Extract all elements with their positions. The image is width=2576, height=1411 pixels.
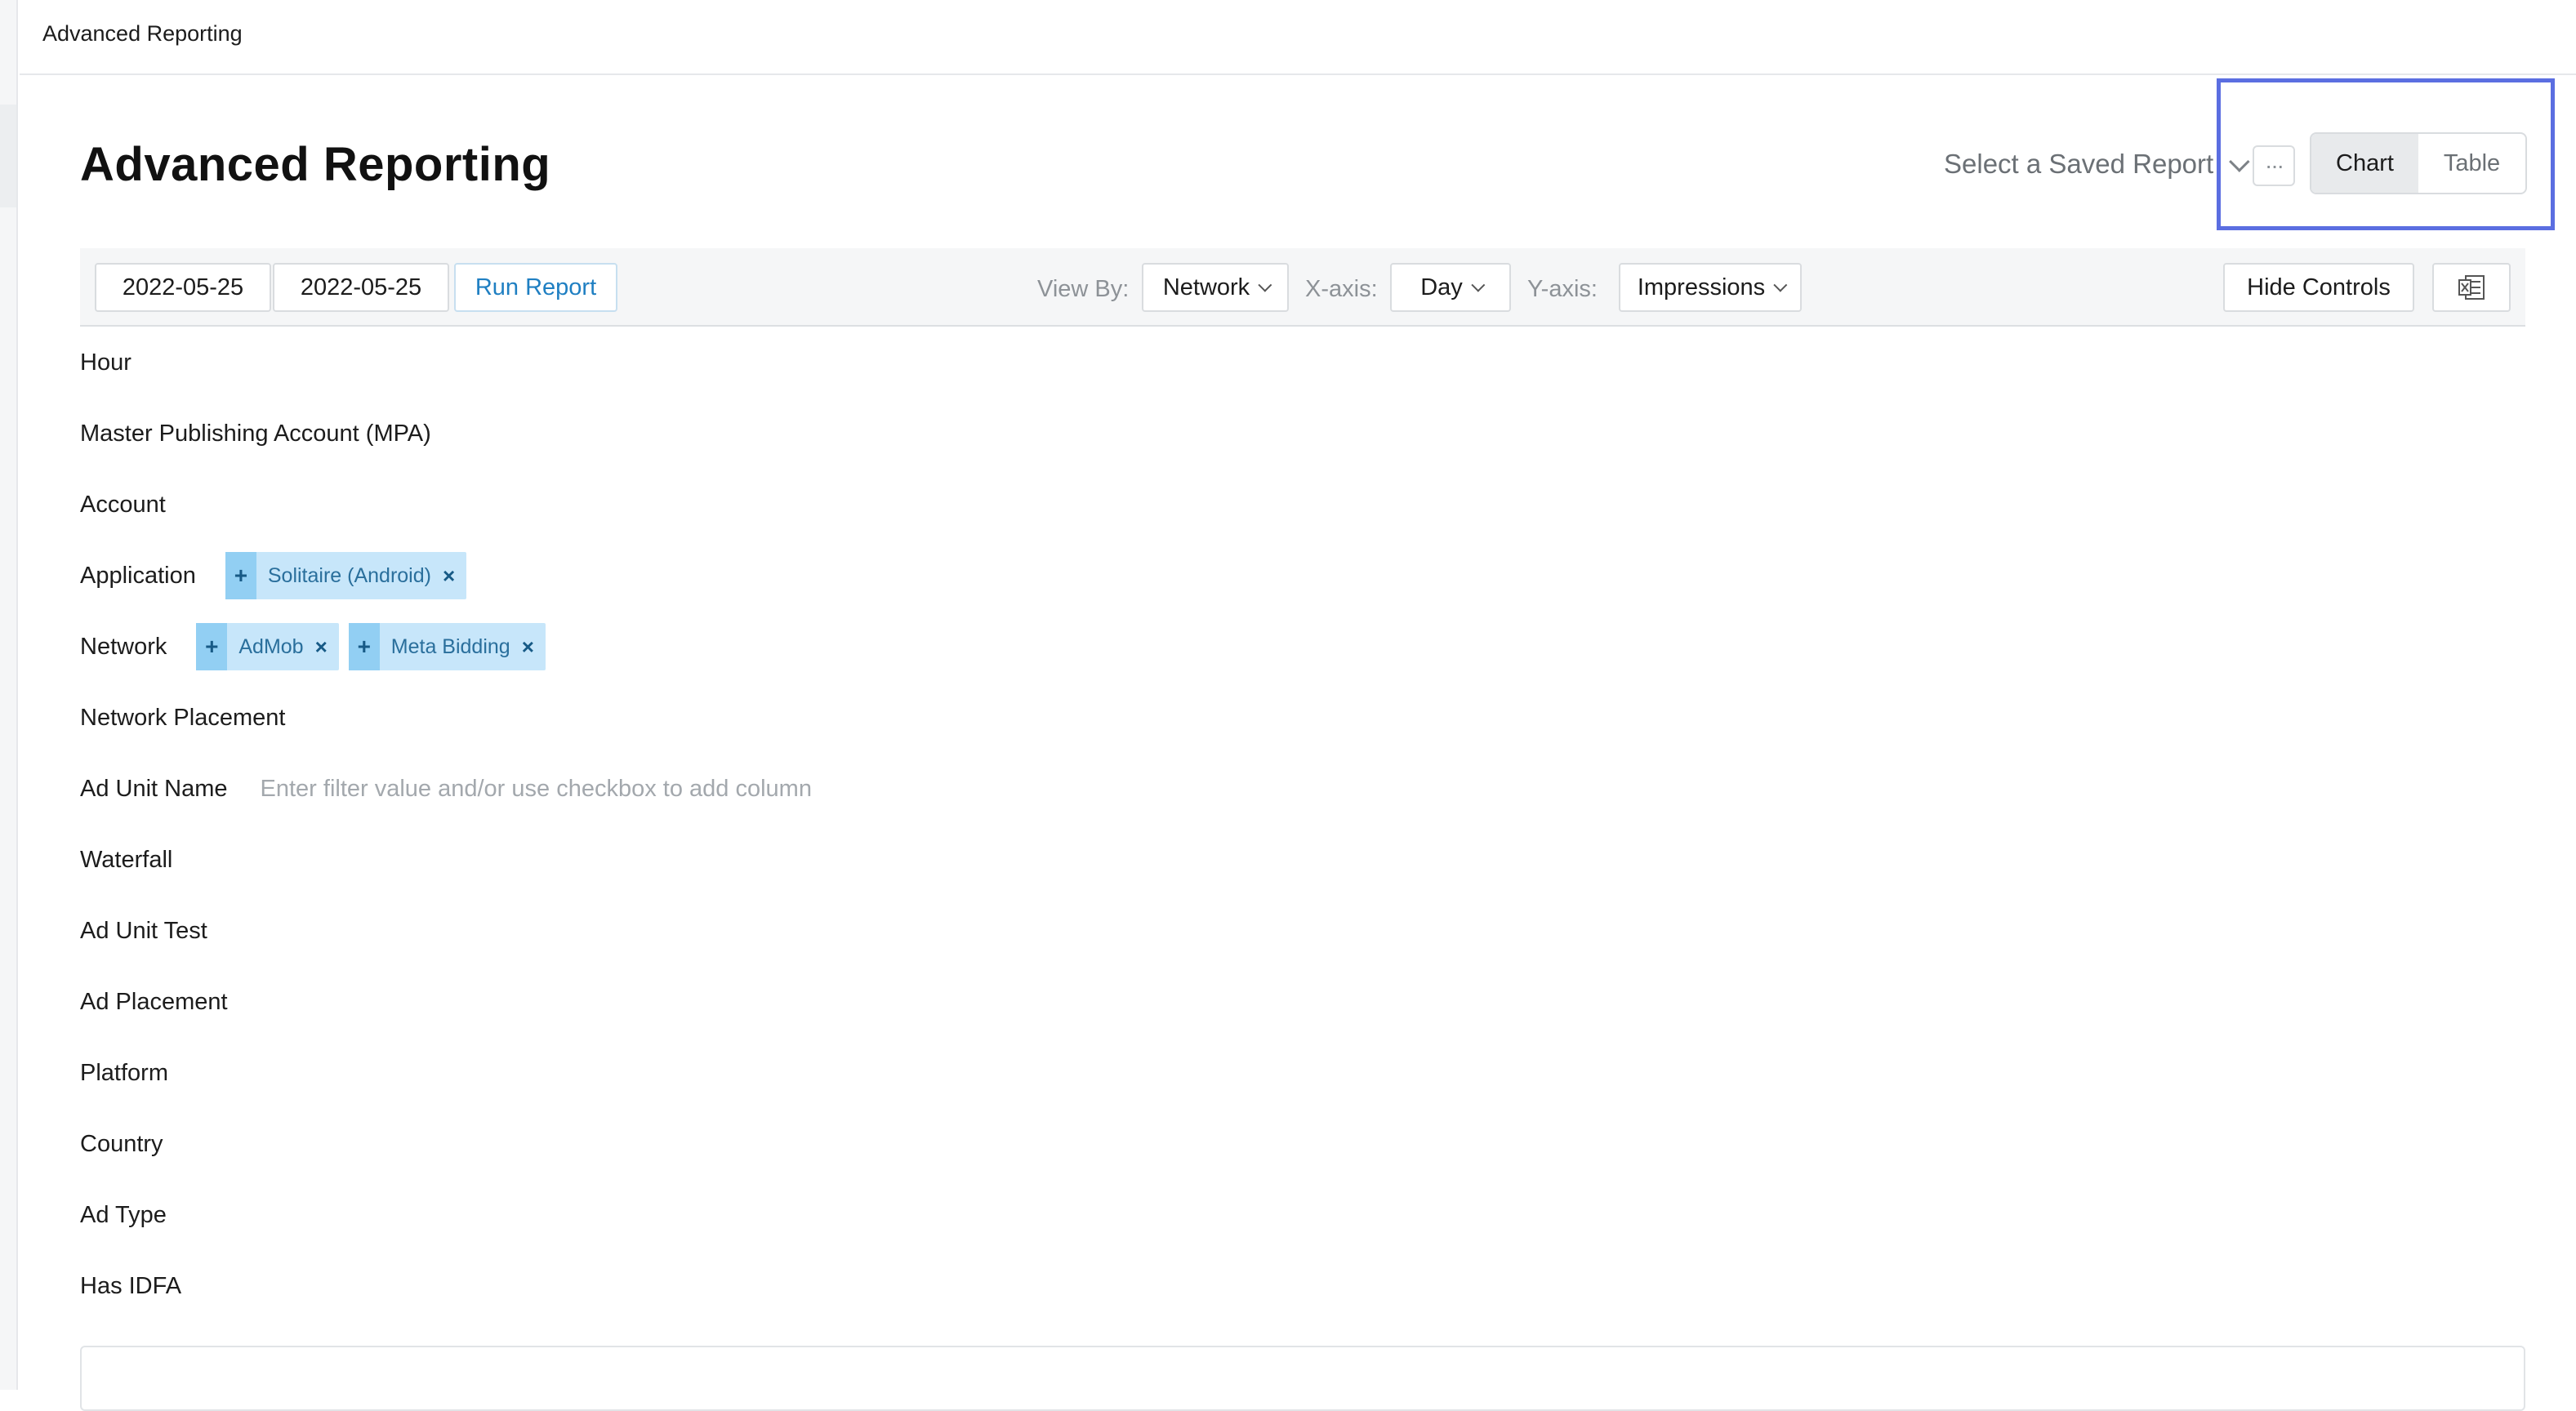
chevron-down-icon [2229, 151, 2250, 172]
filter-row-hour[interactable]: Hour [80, 334, 131, 391]
excel-export-icon [2458, 275, 2485, 300]
report-control-bar: 2022-05-25 2022-05-25 Run Report View By… [80, 248, 2525, 327]
filter-label: Has IDFA [80, 1272, 182, 1299]
filter-row-ad-unit-test[interactable]: Ad Unit Test [80, 902, 207, 959]
filter-label: Application [80, 562, 196, 589]
close-icon[interactable]: × [315, 634, 339, 660]
filter-row-waterfall[interactable]: Waterfall [80, 831, 172, 888]
filter-row-network[interactable]: Network + AdMob × + Meta Bidding × [80, 618, 546, 675]
filter-label: Country [80, 1130, 163, 1157]
filter-label: Network [80, 633, 167, 660]
table-view-button[interactable]: Table [2418, 134, 2525, 193]
filter-label: Platform [80, 1059, 168, 1086]
saved-report-label: Select a Saved Report [1944, 149, 2214, 179]
x-axis-label: X-axis: [1305, 276, 1378, 302]
plus-icon[interactable]: + [196, 623, 228, 670]
view-by-select[interactable]: Network [1142, 263, 1289, 312]
hide-controls-button[interactable]: Hide Controls [2223, 263, 2414, 312]
filter-chip[interactable]: + Meta Bidding × [348, 623, 546, 670]
plus-icon[interactable]: + [348, 623, 380, 670]
chip-label: AdMob [238, 634, 304, 658]
filter-chip[interactable]: + Solitaire (Android) × [225, 552, 467, 599]
x-axis-select[interactable]: Day [1390, 263, 1511, 312]
filter-label: Master Publishing Account (MPA) [80, 420, 431, 447]
filter-label: Account [80, 491, 166, 518]
filter-label: Waterfall [80, 846, 173, 873]
y-axis-select[interactable]: Impressions [1619, 263, 1802, 312]
filter-row-account[interactable]: Account [80, 476, 166, 533]
ad-unit-name-input[interactable]: Enter filter value and/or use checkbox t… [261, 776, 812, 803]
chevron-down-icon [1471, 278, 1486, 292]
start-date-input[interactable]: 2022-05-25 [95, 263, 271, 312]
chip-label: Solitaire (Android) [267, 563, 431, 587]
filter-label: Ad Unit Test [80, 917, 207, 944]
chevron-down-icon [1258, 278, 1272, 292]
filter-row-country[interactable]: Country [80, 1115, 163, 1173]
close-icon[interactable]: × [443, 563, 466, 589]
filter-row-ad-placement[interactable]: Ad Placement [80, 973, 228, 1030]
view-by-label: View By: [1037, 276, 1130, 302]
filter-label: Ad Type [80, 1201, 167, 1228]
run-report-button[interactable]: Run Report [454, 263, 617, 312]
chevron-down-icon [1773, 278, 1788, 292]
filter-row-ad-type[interactable]: Ad Type [80, 1186, 167, 1244]
close-icon[interactable]: × [522, 634, 546, 660]
view-by-value: Network [1162, 274, 1250, 300]
filter-label: Hour [80, 349, 131, 376]
view-toggle: Chart Table [2310, 132, 2527, 194]
filter-row-mpa[interactable]: Master Publishing Account (MPA) [80, 405, 431, 462]
page-title: Advanced Reporting [80, 138, 551, 191]
filter-row-network-placement[interactable]: Network Placement [80, 689, 285, 746]
x-axis-value: Day [1420, 274, 1463, 300]
chip-label: Meta Bidding [390, 634, 510, 658]
chart-view-button[interactable]: Chart [2311, 134, 2418, 193]
y-axis-label: Y-axis: [1527, 276, 1598, 302]
filter-label: Network Placement [80, 704, 286, 731]
filter-label: Ad Placement [80, 988, 228, 1015]
report-output-panel [80, 1346, 2525, 1411]
saved-report-select[interactable]: Select a Saved Report [1944, 149, 2250, 180]
ellipsis-icon: ··· [2265, 153, 2284, 178]
filter-chip[interactable]: + AdMob × [196, 623, 339, 670]
filter-row-application[interactable]: Application + Solitaire (Android) × [80, 547, 467, 604]
filter-row-ad-unit-name[interactable]: Ad Unit Name Enter filter value and/or u… [80, 760, 812, 817]
breadcrumb: Advanced Reporting [42, 21, 243, 46]
top-bar: Advanced Reporting [20, 0, 2576, 75]
plus-icon[interactable]: + [225, 552, 256, 599]
left-gutter [0, 0, 18, 1390]
end-date-input[interactable]: 2022-05-25 [273, 263, 449, 312]
y-axis-value: Impressions [1637, 274, 1766, 300]
sidebar-collapse-tab[interactable] [0, 105, 16, 207]
filter-row-platform[interactable]: Platform [80, 1044, 168, 1102]
filter-row-has-idfa[interactable]: Has IDFA [80, 1257, 181, 1315]
more-options-button[interactable]: ··· [2253, 145, 2295, 186]
filter-label: Ad Unit Name [80, 775, 228, 802]
export-button[interactable] [2432, 263, 2511, 312]
